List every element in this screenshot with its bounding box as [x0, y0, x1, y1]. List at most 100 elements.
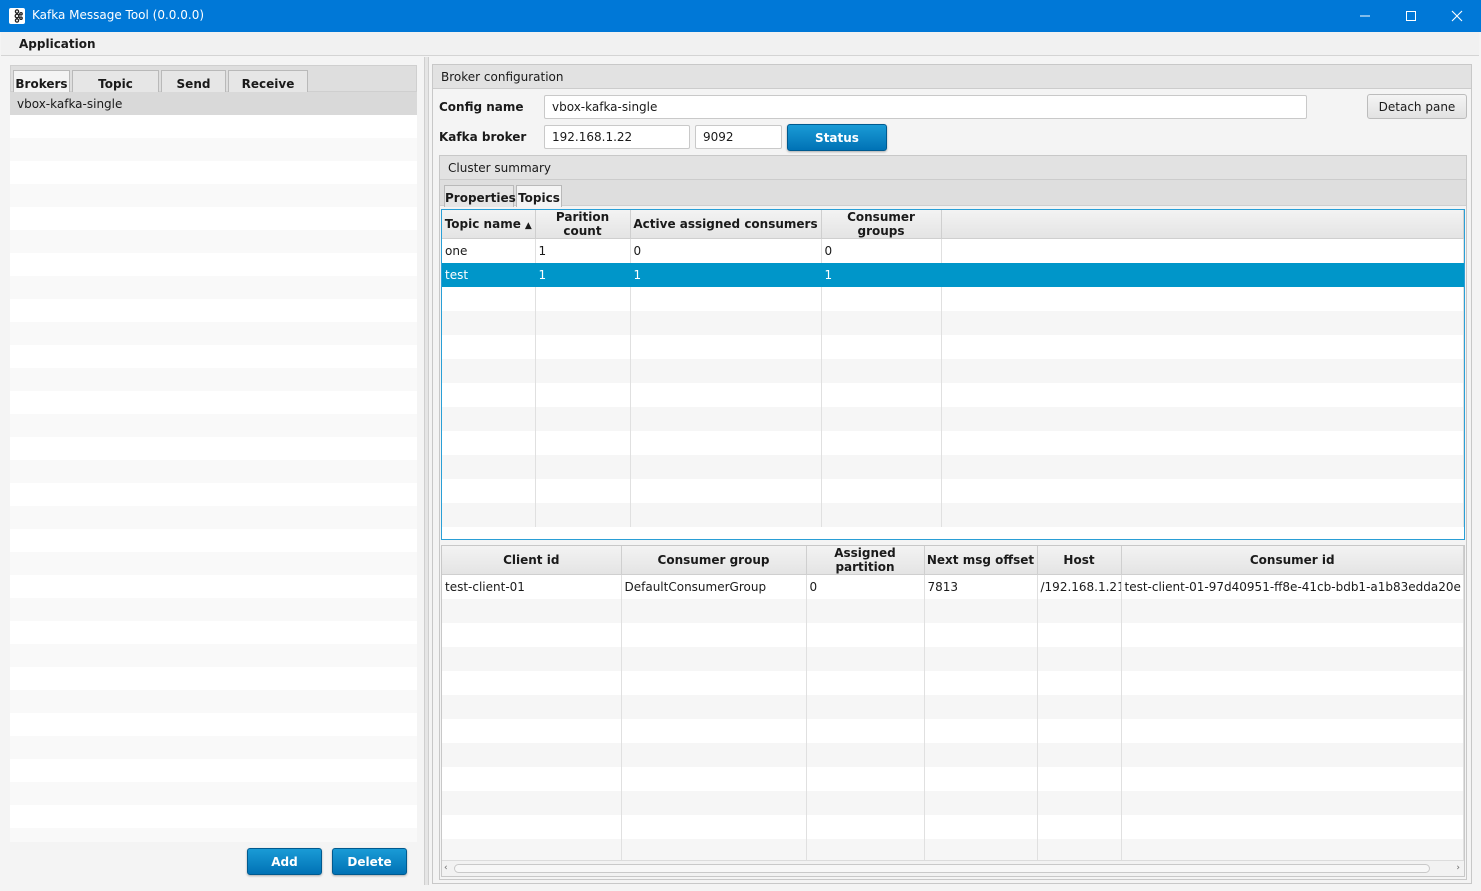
- delete-button[interactable]: Delete: [332, 848, 407, 875]
- table-cell: [941, 478, 1464, 503]
- list-item-empty: [10, 529, 417, 552]
- table-cell: [1121, 814, 1464, 839]
- table-cell: [941, 358, 1464, 383]
- table-row-empty: [442, 646, 1464, 671]
- tab-properties[interactable]: Properties: [444, 185, 516, 207]
- table-cell: [924, 646, 1038, 671]
- table-cell: 0: [630, 238, 822, 263]
- table-cell: 1: [535, 262, 631, 287]
- column-header-topic-name[interactable]: Topic name ▲: [442, 210, 536, 239]
- table-cell: [442, 478, 536, 503]
- config-name-input[interactable]: vbox-kafka-single: [544, 95, 1307, 119]
- table-cell: [806, 766, 925, 791]
- column-header-assigned-partition[interactable]: Assigned partition: [806, 546, 925, 575]
- close-icon: [1451, 10, 1463, 22]
- config-name-label: Config name: [439, 100, 524, 114]
- scroll-left-icon[interactable]: ‹: [444, 863, 448, 873]
- sort-ascending-icon: ▲: [524, 221, 532, 231]
- table-cell: [535, 478, 631, 503]
- tab-topics[interactable]: Topics: [516, 185, 562, 207]
- column-header-client-id[interactable]: Client id: [442, 546, 622, 575]
- tab-send-msg[interactable]: Send msg: [161, 70, 226, 105]
- table-cell: [535, 286, 631, 311]
- scrollbar-thumb[interactable]: [454, 864, 1430, 873]
- table-row[interactable]: test-client-01 DefaultConsumerGroup 0 7813/…: [442, 574, 1464, 599]
- status-button[interactable]: Status: [787, 124, 887, 151]
- table-cell: [621, 670, 807, 695]
- split-divider[interactable]: [424, 57, 429, 885]
- table-cell: [806, 670, 925, 695]
- list-item-empty: [10, 437, 417, 460]
- detach-pane-button[interactable]: Detach pane: [1367, 94, 1467, 119]
- list-item-empty: [10, 460, 417, 483]
- table-cell: [806, 694, 925, 719]
- menu-application[interactable]: Application: [19, 37, 96, 51]
- column-header-consumer-id[interactable]: Consumer id: [1121, 546, 1464, 575]
- table-cell: [806, 742, 925, 767]
- minimize-icon: [1360, 15, 1370, 17]
- cluster-summary: Cluster summary Properties Topics Topic …: [439, 155, 1467, 880]
- table-cell: [1121, 742, 1464, 767]
- table-cell: [1037, 742, 1122, 767]
- list-item-empty: [10, 782, 417, 805]
- table-cell: [535, 502, 631, 527]
- maximize-button[interactable]: [1388, 0, 1434, 32]
- table-row-empty: [442, 790, 1464, 815]
- list-item-empty: [10, 506, 417, 529]
- list-item-empty: [10, 483, 417, 506]
- list-item-empty: [10, 828, 417, 842]
- list-item[interactable]: vbox-kafka-single: [10, 92, 417, 115]
- column-header-consumer-group[interactable]: Consumer group: [621, 546, 807, 575]
- table-cell: [621, 718, 807, 743]
- column-header-consumer-groups[interactable]: Consumer groups: [821, 210, 942, 239]
- table-cell: [924, 670, 1038, 695]
- list-item-empty: [10, 713, 417, 736]
- table-cell: [924, 718, 1038, 743]
- table-cell: [941, 334, 1464, 359]
- list-item-empty: [10, 575, 417, 598]
- table-cell: [442, 334, 536, 359]
- table-row-empty: [442, 478, 1464, 503]
- table-cell: [442, 598, 622, 623]
- table-row-empty: [442, 406, 1464, 431]
- table-row[interactable]: one 1 0 0: [442, 238, 1464, 263]
- broker-host-input[interactable]: 192.168.1.22: [544, 125, 690, 149]
- consumers-table[interactable]: Client id Consumer group Assigned partit…: [441, 545, 1465, 877]
- table-cell: [1037, 766, 1122, 791]
- broker-config-title: Broker configuration: [433, 65, 1471, 89]
- table-cell: [442, 646, 622, 671]
- table-cell: DefaultConsumerGroup: [621, 574, 807, 599]
- tab-receive-msg[interactable]: Receive msg: [228, 70, 308, 105]
- table-row-empty: [442, 502, 1464, 527]
- broker-port-input[interactable]: 9092: [695, 125, 782, 149]
- column-header-next-msg-offset[interactable]: Next msg offset: [924, 546, 1038, 575]
- list-item-empty: [10, 736, 417, 759]
- table-row[interactable]: test 1 1 1: [442, 262, 1464, 287]
- table-cell: [924, 742, 1038, 767]
- column-header-host[interactable]: Host: [1037, 546, 1122, 575]
- scroll-right-icon[interactable]: ›: [1456, 863, 1460, 873]
- table-cell: [621, 646, 807, 671]
- minimize-button[interactable]: [1342, 0, 1388, 32]
- broker-list[interactable]: vbox-kafka-single: [10, 92, 417, 842]
- table-row-empty: [442, 382, 1464, 407]
- table-cell: [442, 502, 536, 527]
- table-cell: [442, 286, 536, 311]
- table-cell: [941, 430, 1464, 455]
- column-header-active-consumers[interactable]: Active assigned consumers: [630, 210, 822, 239]
- table-cell: [442, 430, 536, 455]
- column-header-partition-count[interactable]: Parition count: [535, 210, 631, 239]
- table-cell: [924, 694, 1038, 719]
- table-cell: [630, 502, 822, 527]
- table-cell: [621, 790, 807, 815]
- tab-topic-configs[interactable]: Topic configs: [72, 70, 159, 105]
- table-cell: [442, 742, 622, 767]
- table-row-empty: [442, 310, 1464, 335]
- topics-table[interactable]: Topic name ▲ Parition count Active assign…: [441, 209, 1465, 540]
- add-button[interactable]: Add: [247, 848, 322, 875]
- table-cell: test: [442, 262, 536, 287]
- horizontal-scrollbar[interactable]: ‹ ›: [442, 860, 1464, 876]
- close-button[interactable]: [1434, 0, 1480, 32]
- table-cell: [806, 646, 925, 671]
- table-cell: [442, 622, 622, 647]
